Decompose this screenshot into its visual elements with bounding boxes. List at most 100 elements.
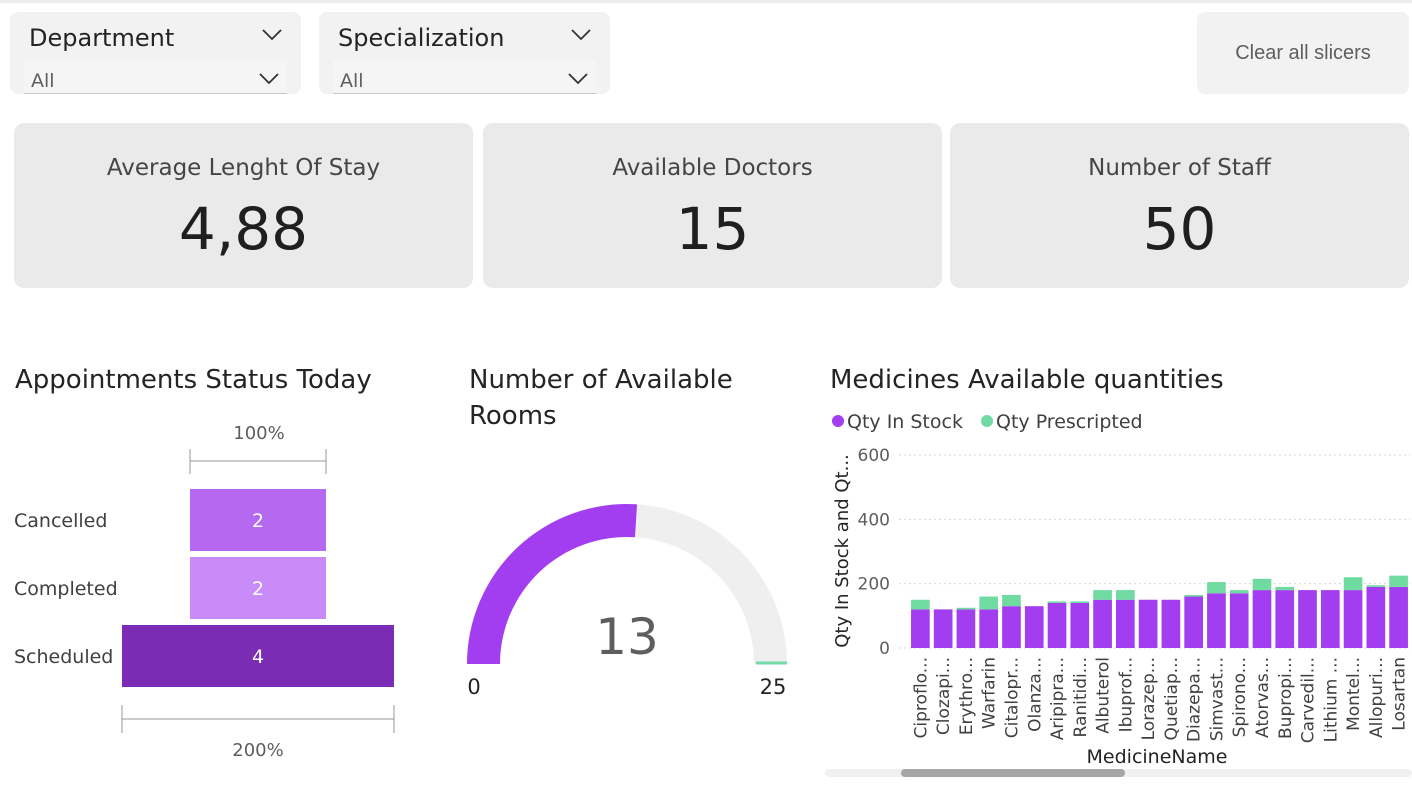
bar-segment[interactable] bbox=[1343, 590, 1363, 648]
bar-segment[interactable] bbox=[956, 609, 976, 648]
bar-segment[interactable] bbox=[979, 609, 999, 648]
bar-segment[interactable] bbox=[1047, 601, 1067, 603]
specialization-dropdown[interactable]: All bbox=[333, 60, 596, 94]
bar-segment[interactable] bbox=[1024, 606, 1044, 648]
x-tick-label: Ranitidi... bbox=[1071, 657, 1091, 737]
bar-segment[interactable] bbox=[1207, 593, 1226, 648]
funnel-category-label: Scheduled bbox=[14, 646, 113, 668]
bar-segment[interactable] bbox=[1093, 590, 1112, 600]
chart-y-ticks: 0 200 400 600 bbox=[858, 446, 890, 659]
x-tick-label: Atorvas... bbox=[1253, 657, 1273, 738]
y-tick-label: 600 bbox=[858, 446, 890, 466]
bar-segment[interactable] bbox=[1229, 590, 1249, 594]
appointments-funnel-chart: 100% 2 Cancelled 2 Completed 4 Scheduled 200% bbox=[14, 423, 395, 761]
funnel-bar-value: 2 bbox=[252, 578, 264, 600]
clear-all-slicers-button[interactable]: Clear all slicers bbox=[1197, 12, 1409, 94]
x-tick-label: Allopuri... bbox=[1367, 657, 1387, 738]
chevron-down-icon[interactable] bbox=[570, 28, 592, 42]
bar-segment[interactable] bbox=[1161, 599, 1181, 648]
y-axis-label: Qty In Stock and Qt... bbox=[832, 454, 853, 648]
funnel-category-label: Cancelled bbox=[14, 510, 107, 532]
specialization-slicer-title: Specialization bbox=[338, 24, 505, 52]
bar-segment[interactable] bbox=[1184, 594, 1203, 597]
bar-segment[interactable] bbox=[1298, 590, 1317, 648]
y-tick-label: 200 bbox=[858, 575, 890, 595]
gauge-min-label: 0 bbox=[467, 675, 480, 699]
bar-segment[interactable] bbox=[1093, 599, 1112, 648]
bar-segment[interactable] bbox=[1116, 599, 1135, 648]
bar-segment[interactable] bbox=[1275, 590, 1295, 648]
x-tick-label: Bupropi... bbox=[1276, 657, 1296, 739]
bar-segment[interactable] bbox=[1138, 599, 1158, 648]
x-tick-label: Citalopr... bbox=[1002, 657, 1022, 738]
specialization-slicer[interactable]: Specialization All bbox=[319, 12, 610, 94]
bar-segment[interactable] bbox=[1229, 593, 1249, 648]
bar-segment[interactable] bbox=[1389, 586, 1408, 648]
legend-label: Qty In Stock bbox=[847, 411, 963, 433]
x-axis-label: MedicineName bbox=[1087, 746, 1228, 768]
horizontal-scrollbar-thumb[interactable] bbox=[901, 769, 1125, 777]
x-tick-label: Ciproflo... bbox=[911, 657, 931, 738]
x-tick-label: Warfarin bbox=[980, 657, 1000, 729]
x-tick-label: Diazepa... bbox=[1185, 657, 1205, 742]
bar-segment[interactable] bbox=[1047, 602, 1067, 648]
bar-segment[interactable] bbox=[1252, 590, 1272, 648]
x-tick-label: Lorazep... bbox=[1139, 657, 1159, 740]
bar-segment[interactable] bbox=[956, 607, 976, 610]
department-slicer-title: Department bbox=[29, 24, 175, 52]
legend-marker bbox=[832, 415, 844, 427]
kpi-label: Available Doctors bbox=[612, 155, 813, 181]
bar-segment[interactable] bbox=[1116, 590, 1135, 600]
chevron-down-icon[interactable] bbox=[261, 28, 283, 42]
bar-segment[interactable] bbox=[1184, 596, 1203, 648]
bar-segment[interactable] bbox=[979, 596, 999, 610]
chevron-down-icon[interactable] bbox=[567, 72, 589, 86]
rooms-title: Number of Available Rooms bbox=[469, 362, 733, 434]
bar-segment[interactable] bbox=[1366, 586, 1386, 648]
bar-segment[interactable] bbox=[1275, 586, 1295, 591]
bar-segment[interactable] bbox=[1070, 602, 1090, 648]
legend-label: Qty Prescripted bbox=[996, 411, 1143, 433]
gauge-max-label: 25 bbox=[760, 675, 787, 699]
kpi-label: Number of Staff bbox=[1088, 155, 1271, 181]
kpi-card-avg-length-of-stay: Average Lenght Of Stay 4,88 bbox=[14, 123, 473, 288]
chevron-down-icon[interactable] bbox=[258, 72, 280, 86]
bar-segment[interactable] bbox=[911, 599, 930, 610]
bar-segment[interactable] bbox=[1002, 594, 1021, 607]
funnel-top-scale-label: 100% bbox=[233, 423, 284, 444]
chart-x-ticks: Ciproflo... Clozapi... Erythro... Warfarin C… bbox=[911, 657, 1409, 743]
top-border bbox=[0, 0, 1412, 3]
y-tick-label: 0 bbox=[879, 639, 890, 659]
bar-segment[interactable] bbox=[1002, 606, 1021, 648]
bar-segment[interactable] bbox=[933, 609, 953, 648]
bar-segment[interactable] bbox=[1389, 575, 1408, 587]
x-tick-label: Spirono... bbox=[1230, 657, 1250, 737]
x-tick-label: Carvedil... bbox=[1299, 657, 1319, 743]
x-tick-label: Erythro... bbox=[957, 657, 977, 735]
medicines-title: Medicines Available quantities bbox=[830, 365, 1224, 395]
bar-segment[interactable] bbox=[1366, 585, 1386, 587]
x-tick-label: Lithium ... bbox=[1321, 657, 1341, 742]
department-slicer[interactable]: Department All bbox=[10, 12, 301, 94]
funnel-bar-value: 2 bbox=[252, 510, 264, 532]
department-value: All bbox=[31, 70, 55, 92]
bar-segment[interactable] bbox=[1320, 590, 1340, 648]
medicines-bar-chart: Qty In Stock Qty Prescripted 0 200 400 600 C… bbox=[825, 411, 1412, 777]
department-dropdown[interactable]: All bbox=[24, 60, 287, 94]
x-tick-label: Olanza... bbox=[1025, 657, 1045, 732]
kpi-card-number-of-staff: Number of Staff 50 bbox=[950, 123, 1409, 288]
bar-segment[interactable] bbox=[1252, 578, 1272, 591]
chart-legend: Qty In Stock Qty Prescripted bbox=[832, 411, 1143, 433]
bar-segment[interactable] bbox=[1070, 601, 1090, 603]
kpi-card-available-doctors: Available Doctors 15 bbox=[483, 123, 942, 288]
bar-segment[interactable] bbox=[1207, 582, 1226, 594]
appointments-title: Appointments Status Today bbox=[15, 365, 372, 395]
kpi-value: 15 bbox=[675, 195, 750, 263]
specialization-value: All bbox=[340, 70, 364, 92]
bar-segment[interactable] bbox=[911, 609, 930, 648]
x-tick-label: Losartan bbox=[1390, 657, 1410, 731]
gauge-value: 13 bbox=[595, 608, 659, 666]
bar-segment[interactable] bbox=[1343, 577, 1363, 591]
legend-marker bbox=[981, 415, 993, 427]
rooms-gauge-chart: 13 0 25 bbox=[467, 503, 787, 699]
